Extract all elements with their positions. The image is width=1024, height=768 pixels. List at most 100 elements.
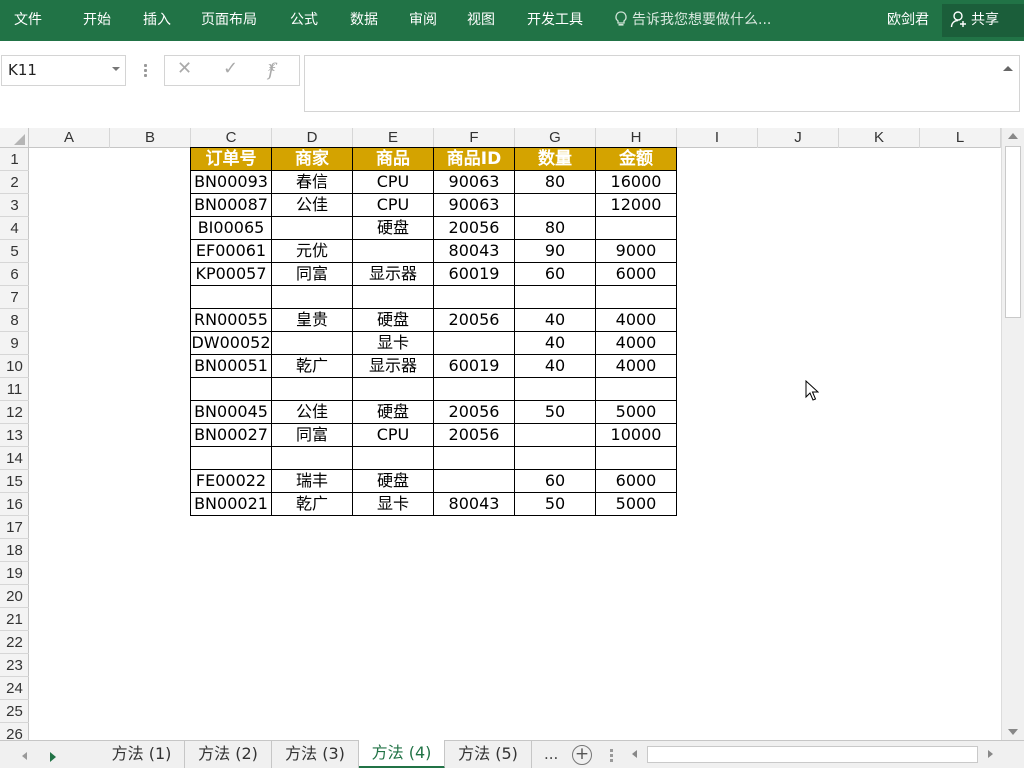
table-cell[interactable]	[352, 377, 434, 401]
column-header-E[interactable]: E	[353, 128, 434, 148]
scroll-right-icon[interactable]	[988, 750, 993, 758]
row-header-16[interactable]: 16	[0, 493, 29, 516]
table-header-cell[interactable]: 商品ID	[433, 147, 515, 171]
ribbon-tab-4[interactable]: 公式	[290, 0, 318, 41]
row-header-6[interactable]: 6	[0, 263, 29, 286]
table-cell[interactable]	[271, 331, 353, 355]
table-cell[interactable]	[352, 446, 434, 470]
column-header-J[interactable]: J	[758, 128, 839, 148]
table-cell[interactable]: 元优	[271, 239, 353, 263]
table-cell[interactable]: 乾广	[271, 492, 353, 516]
table-cell[interactable]: 硬盘	[352, 308, 434, 332]
row-header-21[interactable]: 21	[0, 608, 29, 631]
column-header-F[interactable]: F	[434, 128, 515, 148]
table-cell[interactable]	[595, 377, 677, 401]
table-cell[interactable]: 20056	[433, 400, 515, 424]
row-header-20[interactable]: 20	[0, 585, 29, 608]
table-cell[interactable]: 60019	[433, 354, 515, 378]
scroll-down-icon[interactable]	[1008, 729, 1018, 735]
check-icon[interactable]: ✓	[223, 58, 238, 79]
table-cell[interactable]: BN00021	[190, 492, 272, 516]
table-cell[interactable]: 40	[514, 354, 596, 378]
table-cell[interactable]	[271, 446, 353, 470]
table-cell[interactable]	[433, 377, 515, 401]
vertical-scrollbar[interactable]	[1001, 128, 1024, 740]
sheet-tab-4[interactable]: 方法 (4)	[359, 740, 445, 768]
sheet-tab-5[interactable]: 方法 (5)	[445, 741, 532, 768]
table-cell[interactable]	[271, 377, 353, 401]
row-header-15[interactable]: 15	[0, 470, 29, 493]
table-header-cell[interactable]: 数量	[514, 147, 596, 171]
table-cell[interactable]	[514, 446, 596, 470]
cancel-icon[interactable]: ✕	[177, 58, 192, 79]
table-cell[interactable]: BI00065	[190, 216, 272, 240]
more-sheets-button[interactable]: ...	[544, 741, 558, 767]
table-cell[interactable]	[190, 285, 272, 309]
sheet-tab-1[interactable]: 方法 (1)	[99, 741, 185, 768]
horizontal-scrollbar[interactable]	[629, 745, 1001, 764]
ribbon-tab-5[interactable]: 数据	[350, 0, 378, 41]
table-cell[interactable]: 春信	[271, 170, 353, 194]
row-header-8[interactable]: 8	[0, 309, 29, 332]
grip-icon[interactable]	[610, 749, 613, 764]
table-cell[interactable]: FE00022	[190, 469, 272, 493]
table-cell[interactable]: 12000	[595, 193, 677, 217]
table-cell[interactable]: 9000	[595, 239, 677, 263]
table-cell[interactable]: 80	[514, 216, 596, 240]
table-cell[interactable]	[433, 446, 515, 470]
table-cell[interactable]: 16000	[595, 170, 677, 194]
table-cell[interactable]	[514, 193, 596, 217]
table-cell[interactable]: 40	[514, 331, 596, 355]
table-cell[interactable]	[514, 377, 596, 401]
column-header-I[interactable]: I	[677, 128, 758, 148]
column-header-B[interactable]: B	[110, 128, 191, 148]
table-cell[interactable]: CPU	[352, 193, 434, 217]
table-cell[interactable]	[352, 239, 434, 263]
row-header-4[interactable]: 4	[0, 217, 29, 240]
table-cell[interactable]: 80	[514, 170, 596, 194]
name-box[interactable]: K11	[1, 55, 126, 86]
table-cell[interactable]	[271, 285, 353, 309]
table-cell[interactable]	[190, 377, 272, 401]
table-cell[interactable]: 90	[514, 239, 596, 263]
row-header-2[interactable]: 2	[0, 171, 29, 194]
table-cell[interactable]	[433, 285, 515, 309]
table-cell[interactable]: 6000	[595, 469, 677, 493]
worksheet-grid[interactable]: ABCDEFGHIJKL 1 2 3 4 5 6 7 8 9 10 11 12 13 14 15 16 17 18…	[0, 128, 1001, 740]
table-cell[interactable]: 5000	[595, 492, 677, 516]
table-cell[interactable]: 90063	[433, 193, 515, 217]
table-cell[interactable]: 皇贵	[271, 308, 353, 332]
table-header-cell[interactable]: 金额	[595, 147, 677, 171]
table-cell[interactable]: 10000	[595, 423, 677, 447]
table-cell[interactable]	[433, 331, 515, 355]
table-cell[interactable]: 瑞丰	[271, 469, 353, 493]
table-cell[interactable]	[595, 285, 677, 309]
table-cell[interactable]: RN00055	[190, 308, 272, 332]
share-button[interactable]: 共享	[942, 4, 1024, 37]
cell-area[interactable]: 订单号 商家 商品 商品ID 数量 金额 BN00093 春信 CPU 90063 80 16000 B…	[29, 147, 1001, 740]
column-header-C[interactable]: C	[191, 128, 272, 148]
table-cell[interactable]: CPU	[352, 423, 434, 447]
table-cell[interactable]: 4000	[595, 354, 677, 378]
row-header-25[interactable]: 25	[0, 700, 29, 723]
table-cell[interactable]	[352, 285, 434, 309]
table-cell[interactable]: 80043	[433, 492, 515, 516]
table-cell[interactable]	[595, 216, 677, 240]
ribbon-tab-1[interactable]: 开始	[83, 0, 111, 41]
table-cell[interactable]: 同富	[271, 262, 353, 286]
row-header-19[interactable]: 19	[0, 562, 29, 585]
next-sheet-icon[interactable]	[50, 752, 56, 762]
table-cell[interactable]	[514, 285, 596, 309]
table-header-cell[interactable]: 商家	[271, 147, 353, 171]
table-cell[interactable]: 40	[514, 308, 596, 332]
sheet-tab-3[interactable]: 方法 (3)	[272, 741, 359, 768]
table-cell[interactable]: KP00057	[190, 262, 272, 286]
add-sheet-icon[interactable]: +	[572, 745, 592, 765]
table-cell[interactable]: 显示器	[352, 354, 434, 378]
table-cell[interactable]: 50	[514, 400, 596, 424]
row-header-10[interactable]: 10	[0, 355, 29, 378]
sheet-tab-2[interactable]: 方法 (2)	[185, 741, 272, 768]
scroll-up-icon[interactable]	[1008, 133, 1018, 139]
ribbon-tab-2[interactable]: 插入	[143, 0, 171, 41]
column-header-K[interactable]: K	[839, 128, 920, 148]
